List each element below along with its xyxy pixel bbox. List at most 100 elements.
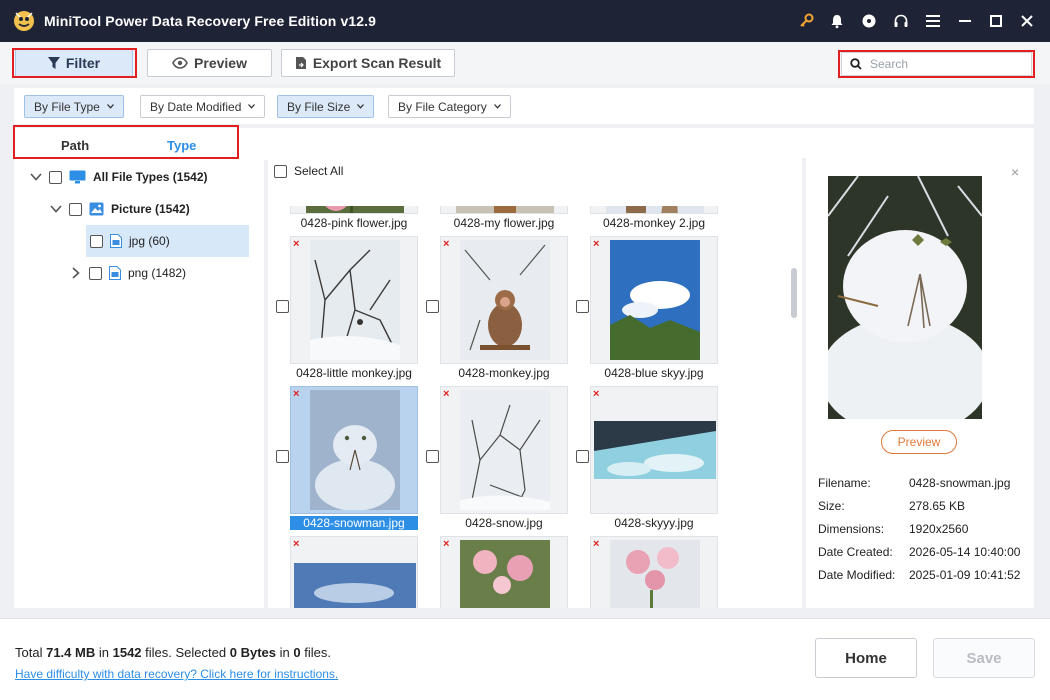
by-file-category-dropdown[interactable]: By File Category: [388, 95, 511, 118]
maximize-icon[interactable]: [986, 11, 1006, 31]
tree-item-picture[interactable]: Picture (1542): [50, 193, 190, 225]
key-icon[interactable]: [797, 11, 817, 31]
checkbox[interactable]: [90, 234, 103, 248]
file-checkbox[interactable]: [276, 450, 289, 463]
jpg-file-icon: [110, 234, 122, 248]
tree-label-picture: Picture (1542): [111, 202, 190, 216]
file-name: 0428-skyyy.jpg: [614, 516, 694, 530]
file-item[interactable]: × 0428-snow.jpg: [418, 386, 568, 536]
select-all-label: Select All: [294, 164, 344, 178]
picture-icon: [89, 202, 104, 216]
select-all-checkbox[interactable]: [274, 164, 287, 178]
thumbnail[interactable]: ×: [440, 386, 568, 514]
file-item[interactable]: ×: [418, 536, 568, 608]
by-date-modified-dropdown[interactable]: By Date Modified: [140, 95, 266, 118]
summary-total-label: Total: [15, 645, 43, 660]
filter-button[interactable]: Filter: [15, 49, 133, 77]
chevron-down-icon: [106, 104, 114, 109]
chevron-down-icon: [248, 104, 256, 109]
file-item[interactable]: × 0428-monkey.jpg: [418, 236, 568, 386]
export-scan-result-button[interactable]: Export Scan Result: [281, 49, 455, 77]
search-input[interactable]: [870, 57, 1020, 71]
chevron-down-icon: [357, 104, 365, 109]
thumbnail[interactable]: [440, 206, 568, 214]
file-name: 0428-little monkey.jpg: [296, 366, 412, 380]
checkbox[interactable]: [69, 202, 82, 216]
disc-icon[interactable]: [859, 11, 879, 31]
file-item[interactable]: 0428-pink flower.jpg: [268, 206, 418, 236]
by-file-category-label: By File Category: [398, 99, 487, 114]
chevron-down-icon[interactable]: [50, 203, 62, 215]
home-button[interactable]: Home: [815, 638, 917, 678]
file-item[interactable]: ×: [268, 536, 418, 608]
file-checkbox[interactable]: [426, 300, 439, 313]
thumbnail[interactable]: ×: [290, 386, 418, 514]
by-file-type-dropdown[interactable]: By File Type: [24, 95, 124, 118]
checkbox[interactable]: [49, 170, 62, 184]
thumbnail[interactable]: [590, 206, 718, 214]
tree-item-all-file-types[interactable]: All File Types (1542): [30, 161, 208, 193]
thumbnail[interactable]: [290, 206, 418, 214]
save-button[interactable]: Save: [933, 638, 1035, 678]
deleted-mark-icon: ×: [593, 538, 600, 550]
export-scan-result-label: Export Scan Result: [312, 55, 442, 71]
file-name: 0428-monkey 2.jpg: [602, 216, 706, 230]
deleted-mark-icon: ×: [293, 238, 300, 250]
deleted-mark-icon: ×: [293, 388, 300, 400]
file-checkbox[interactable]: [576, 450, 589, 463]
file-item[interactable]: × 0428-little monkey.jpg: [268, 236, 418, 386]
tree-item-jpg[interactable]: jpg (60): [86, 225, 249, 257]
tab-type[interactable]: Type: [167, 138, 196, 153]
grid-scrollbar[interactable]: [791, 268, 797, 318]
deleted-mark-icon: ×: [593, 388, 600, 400]
preview-toolbar-button[interactable]: Preview: [147, 49, 272, 77]
file-checkbox[interactable]: [276, 300, 289, 313]
headset-icon[interactable]: [891, 11, 911, 31]
close-preview-icon[interactable]: ×: [1011, 164, 1019, 180]
preview-button[interactable]: Preview: [881, 430, 957, 454]
chevron-right-icon[interactable]: [70, 267, 82, 279]
minimize-icon[interactable]: [955, 11, 975, 31]
thumbnail[interactable]: ×: [590, 536, 718, 608]
tree-label-all-file-types: All File Types (1542): [93, 170, 208, 184]
tree-item-png[interactable]: png (1482): [70, 257, 186, 289]
file-item[interactable]: × 0428-snowman.jpg: [268, 386, 418, 536]
file-checkbox[interactable]: [426, 450, 439, 463]
summary-text: Total 71.4 MB in 1542 files. Selected 0 …: [15, 645, 331, 660]
file-name: 0428-blue skyy.jpg: [604, 366, 704, 380]
preview-pane: × Preview Filename: 0428-snowman.jpg Siz…: [806, 158, 1034, 608]
export-icon: [295, 57, 306, 69]
select-all[interactable]: Select All: [274, 164, 343, 178]
thumbnail[interactable]: ×: [440, 236, 568, 364]
summary-files: files.: [145, 645, 172, 660]
file-item[interactable]: ×: [568, 536, 718, 608]
deleted-mark-icon: ×: [443, 238, 450, 250]
chevron-down-icon[interactable]: [30, 171, 42, 183]
thumbnail[interactable]: ×: [440, 536, 568, 608]
close-icon[interactable]: [1017, 11, 1037, 31]
deleted-mark-icon: ×: [443, 388, 450, 400]
view-tabs: Path Type: [14, 128, 240, 158]
filter-button-label: Filter: [65, 55, 101, 71]
thumbnail[interactable]: ×: [290, 536, 418, 608]
checkbox[interactable]: [89, 266, 102, 280]
title-bar: MiniTool Power Data Recovery Free Editio…: [0, 0, 1050, 42]
thumbnail[interactable]: ×: [290, 236, 418, 364]
tab-path[interactable]: Path: [61, 138, 89, 153]
help-link[interactable]: Have difficulty with data recovery? Clic…: [15, 667, 338, 681]
file-checkbox[interactable]: [576, 300, 589, 313]
search-box[interactable]: [841, 52, 1032, 76]
file-item[interactable]: 0428-my flower.jpg: [418, 206, 568, 236]
file-item[interactable]: × 0428-blue skyy.jpg: [568, 236, 718, 386]
file-item[interactable]: 0428-monkey 2.jpg: [568, 206, 718, 236]
summary-selected-label: Selected: [175, 645, 227, 660]
thumbnail[interactable]: ×: [590, 236, 718, 364]
file-item[interactable]: × 0428-skyyy.jpg: [568, 386, 718, 536]
preview-toolbar-label: Preview: [194, 55, 247, 71]
summary-selected-files: 0: [293, 645, 301, 660]
footer: Total 71.4 MB in 1542 files. Selected 0 …: [0, 618, 1050, 700]
thumbnail[interactable]: ×: [590, 386, 718, 514]
by-file-size-dropdown[interactable]: By File Size: [277, 95, 375, 118]
bell-icon[interactable]: [827, 11, 847, 31]
menu-icon[interactable]: [923, 11, 943, 31]
